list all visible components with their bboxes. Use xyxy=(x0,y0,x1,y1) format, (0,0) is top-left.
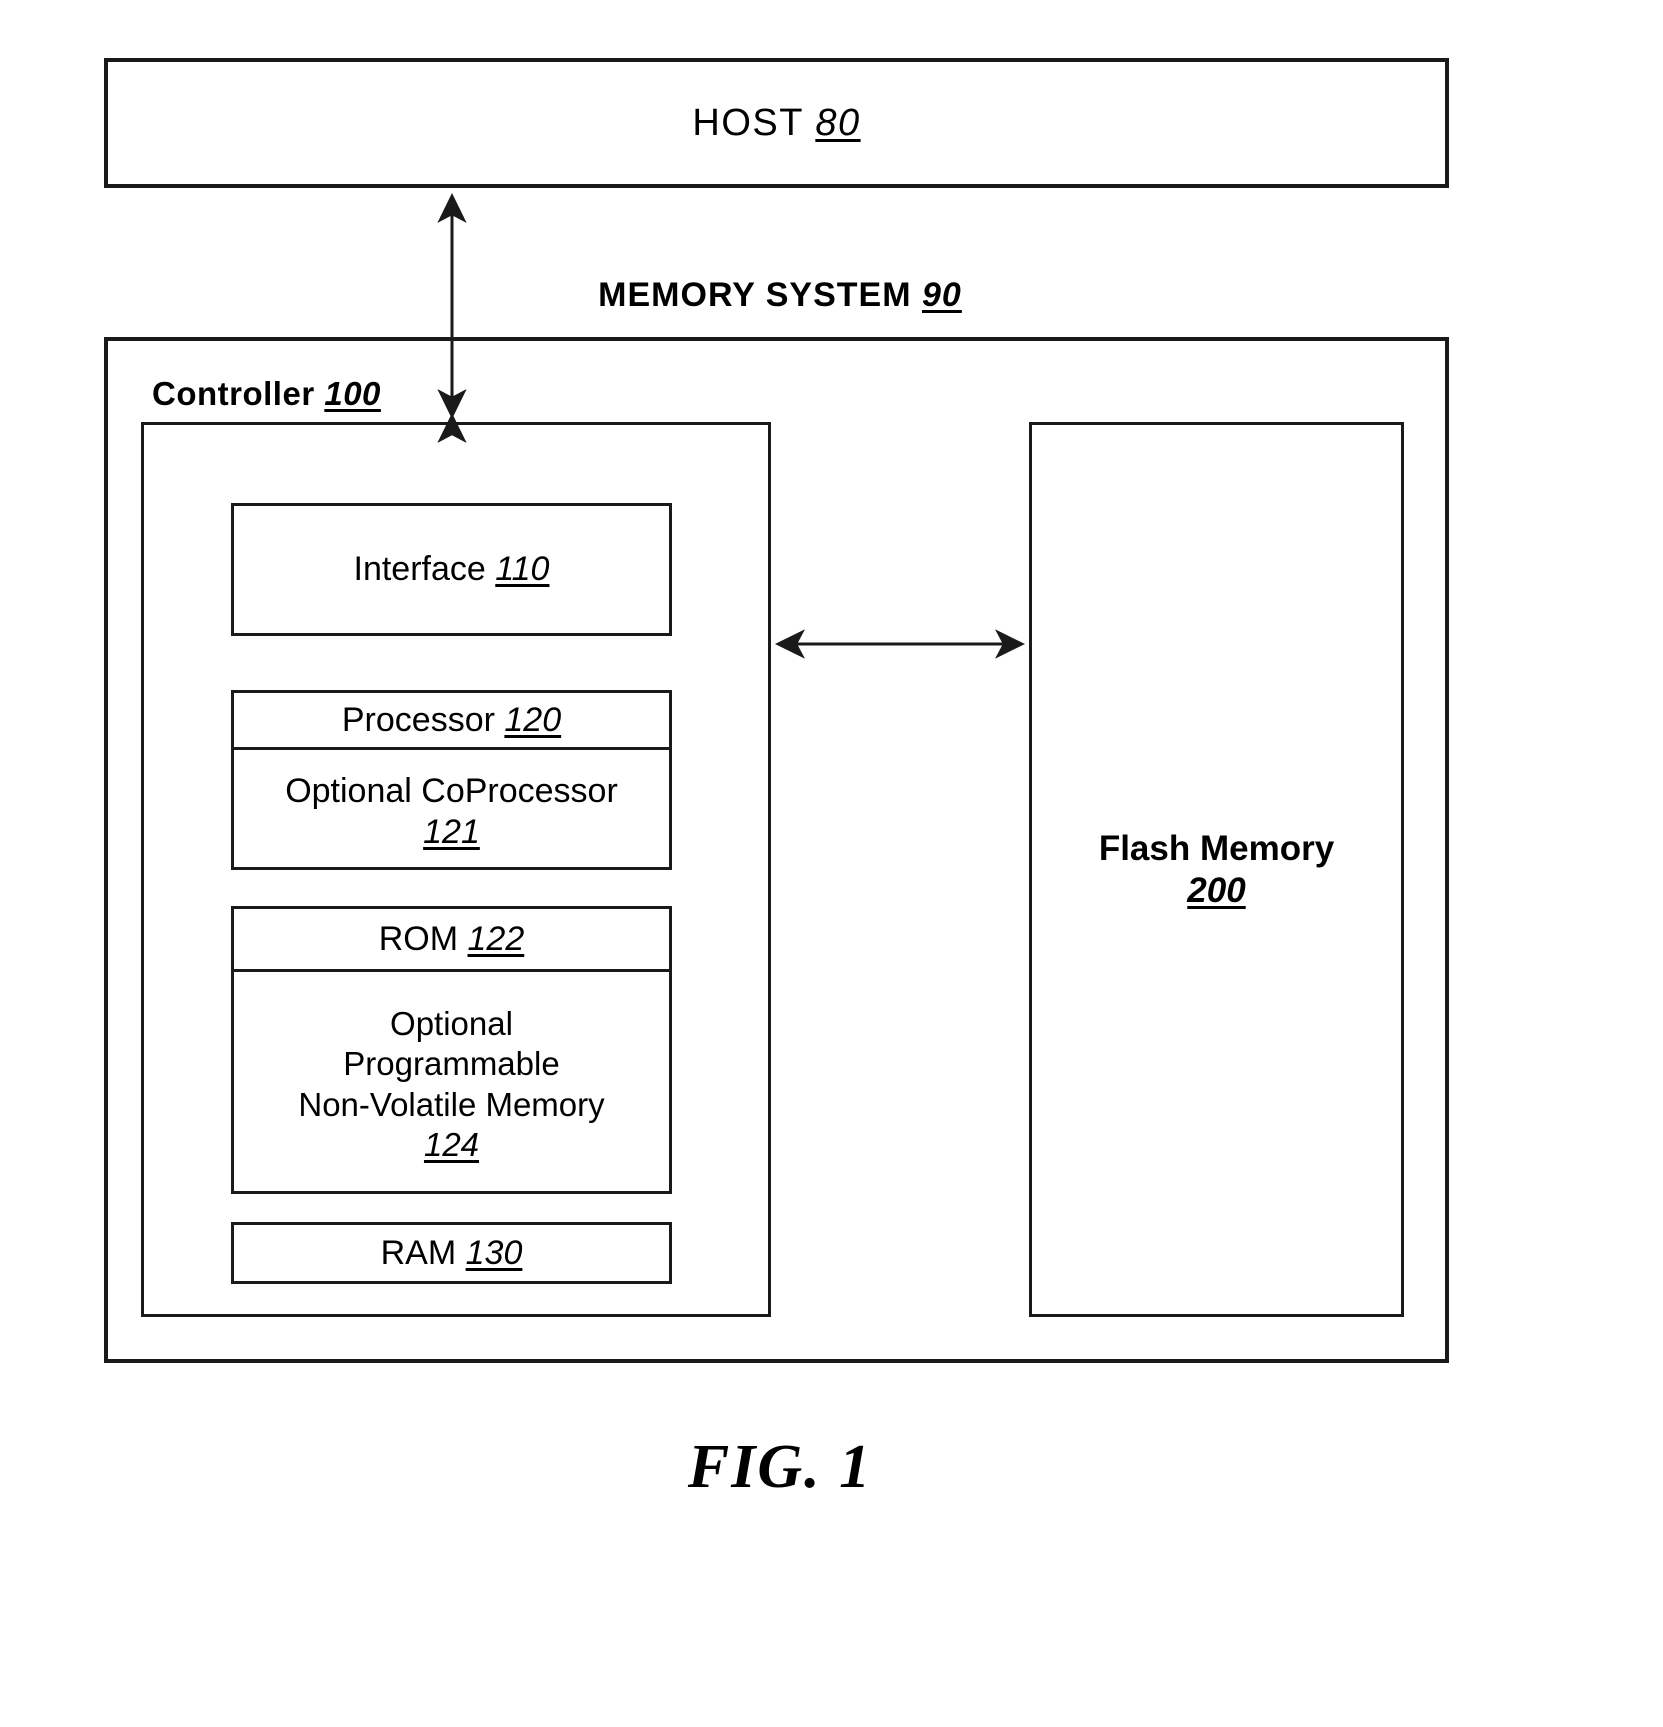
flash-memory-block-inner: Flash Memory 200 xyxy=(1032,425,1401,1314)
flash-memory-block: Flash Memory 200 xyxy=(1029,422,1404,1317)
coprocessor-block-label: Optional CoProcessor xyxy=(285,772,618,811)
host-reference-number: 80 xyxy=(815,101,861,144)
ram-block-label: RAM 130 xyxy=(380,1233,523,1272)
host-block-label: HOST 80 xyxy=(692,101,861,144)
flash-memory-block-label: Flash Memory xyxy=(1098,828,1335,868)
nonvolatile-memory-block: Optional Programmable Non-Volatile Memor… xyxy=(234,972,669,1197)
figure-page: HOST 80 MEMORY SYSTEM 90 Controller 100 … xyxy=(0,0,1663,1727)
ram-reference-number: 130 xyxy=(465,1233,523,1272)
memory-system-reference-number: 90 xyxy=(922,276,962,314)
nonvolatile-memory-line-1: Optional xyxy=(390,1005,513,1042)
ram-block: RAM 130 xyxy=(231,1222,672,1284)
nonvolatile-memory-reference-number: 124 xyxy=(423,1125,480,1163)
interface-block-label: Interface 110 xyxy=(353,550,550,588)
rom-group-block: ROM 122 Optional Programmable Non-Volati… xyxy=(231,906,672,1194)
host-block: HOST 80 xyxy=(104,58,1449,188)
rom-block: ROM 122 xyxy=(234,909,669,972)
rom-block-label: ROM 122 xyxy=(378,919,525,958)
coprocessor-block: Optional CoProcessor 121 xyxy=(234,750,669,873)
controller-title: Controller 100 xyxy=(152,375,381,412)
processor-group-block: Processor 120 Optional CoProcessor 121 xyxy=(231,690,672,870)
processor-reference-number: 120 xyxy=(504,700,562,739)
interface-reference-number: 110 xyxy=(495,550,550,588)
nonvolatile-memory-line-3: Non-Volatile Memory xyxy=(298,1085,605,1123)
rom-reference-number: 122 xyxy=(467,919,525,958)
flash-memory-reference-number: 200 xyxy=(1187,870,1246,910)
processor-block: Processor 120 xyxy=(234,693,669,750)
memory-system-title: MEMORY SYSTEM 90 xyxy=(598,276,962,314)
nonvolatile-memory-line-2: Programmable xyxy=(343,1045,560,1083)
controller-reference-number: 100 xyxy=(324,375,381,412)
figure-caption: FIG. 1 xyxy=(687,1433,873,1501)
coprocessor-reference-number: 121 xyxy=(423,812,480,851)
interface-block: Interface 110 xyxy=(231,503,672,636)
processor-block-label: Processor 120 xyxy=(341,700,562,739)
